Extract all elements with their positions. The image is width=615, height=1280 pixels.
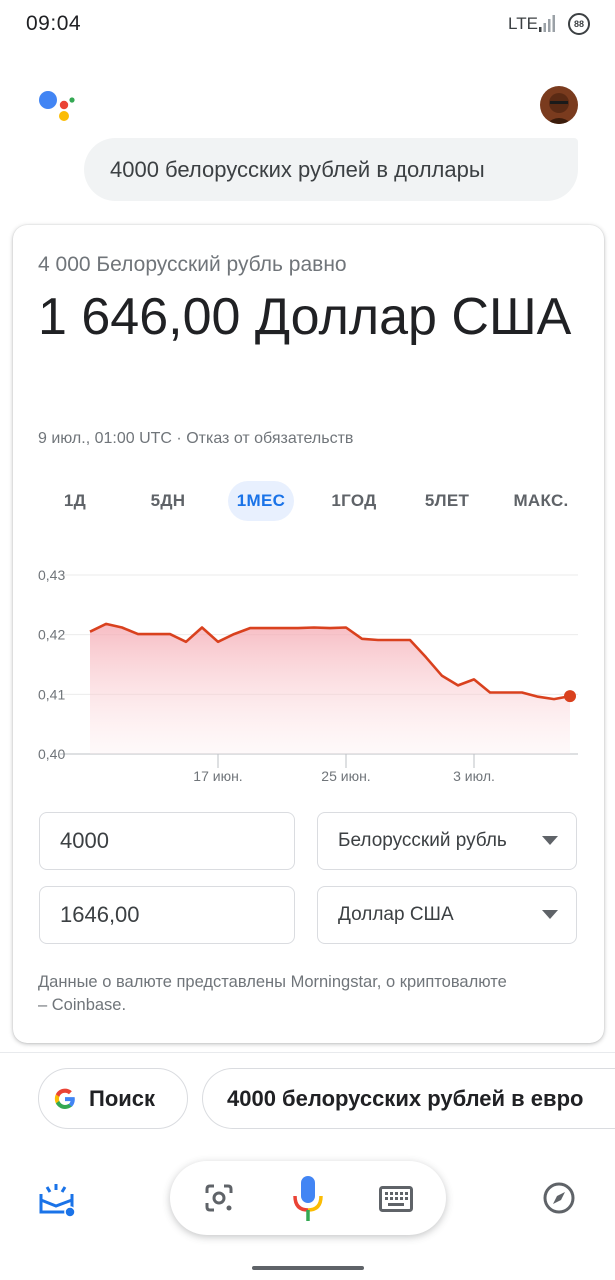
- tab-5d[interactable]: 5ДН: [136, 481, 200, 521]
- chart-area-fill: [90, 623, 570, 754]
- signal-icon: [539, 15, 555, 32]
- tab-max[interactable]: МАКС.: [504, 481, 578, 521]
- to-amount-input[interactable]: 1646,00: [39, 886, 295, 944]
- snapshot-icon[interactable]: [38, 1180, 76, 1218]
- home-indicator[interactable]: [252, 1266, 364, 1270]
- network-type: LTE: [508, 14, 538, 33]
- lens-icon[interactable]: [203, 1182, 235, 1214]
- y-tick-label: 0,43: [38, 567, 65, 583]
- chevron-down-icon: [542, 836, 558, 845]
- divider: [0, 1052, 615, 1053]
- tab-5y[interactable]: 5ЛЕТ: [414, 481, 480, 521]
- mic-icon[interactable]: [292, 1176, 324, 1222]
- compass-icon[interactable]: [542, 1181, 576, 1215]
- from-amount-input[interactable]: 4000: [39, 812, 295, 870]
- exchange-rate-chart[interactable]: 0,43 0,42 0,41 0,40 17 июн. 25 июн. 3 июл.: [30, 555, 590, 790]
- battery-icon: 88: [568, 13, 590, 35]
- data-source-disclaimer: Данные о валюте представлены Morningstar…: [38, 973, 507, 1014]
- to-currency-label: Доллар США: [338, 904, 454, 925]
- timestamp-disclaimer[interactable]: 9 июл., 01:00 UTC · Отказ от обязательст…: [38, 430, 353, 448]
- x-tick-label: 25 июн.: [321, 768, 370, 784]
- chart-current-point: [564, 690, 576, 703]
- avatar[interactable]: [540, 86, 578, 124]
- search-chip[interactable]: Поиск: [38, 1068, 188, 1129]
- chevron-down-icon: [542, 910, 558, 919]
- google-assistant-logo-icon: [39, 91, 75, 121]
- y-tick-label: 0,40: [38, 746, 65, 762]
- y-tick-label: 0,42: [38, 627, 65, 643]
- suggestion-chip-euro[interactable]: 4000 белорусских рублей в евро: [202, 1068, 615, 1129]
- tab-1y[interactable]: 1ГОД: [320, 481, 388, 521]
- search-chip-label: Поиск: [89, 1085, 156, 1111]
- to-currency-select[interactable]: Доллар США: [317, 886, 577, 944]
- tab-1m[interactable]: 1МЕС: [228, 481, 294, 521]
- status-time: 09:04: [26, 12, 82, 35]
- google-g-icon: [54, 1088, 75, 1109]
- from-currency-select[interactable]: Белорусский рубль: [317, 812, 577, 870]
- suggestion-chip-label: 4000 белорусских рублей в евро: [227, 1085, 584, 1111]
- conversion-subtitle: 4 000 Белорусский рубль равно: [38, 253, 347, 276]
- keyboard-icon[interactable]: [379, 1186, 413, 1212]
- x-tick-label: 17 июн.: [193, 768, 242, 784]
- conversion-result: 1 646,00 Доллар США: [38, 288, 572, 346]
- x-tick-label: 3 июл.: [453, 768, 495, 784]
- user-query-bubble[interactable]: 4000 белорусских рублей в доллары: [84, 138, 578, 201]
- from-currency-label: Белорусский рубль: [338, 830, 507, 851]
- tab-1d[interactable]: 1Д: [48, 481, 102, 521]
- avatar-image: [540, 86, 578, 124]
- y-tick-label: 0,41: [38, 686, 65, 702]
